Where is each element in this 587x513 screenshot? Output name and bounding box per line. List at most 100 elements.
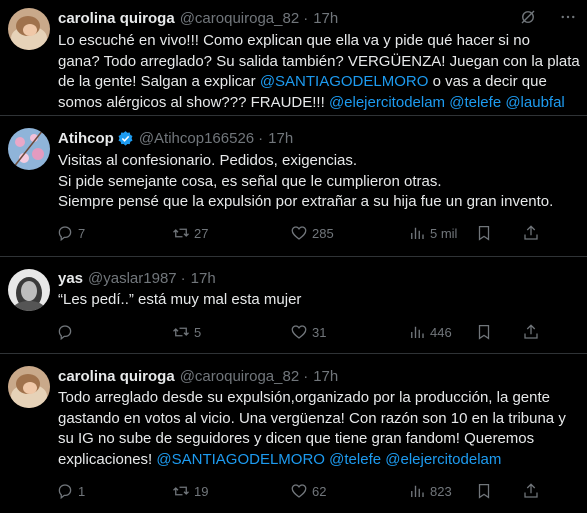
user-handle[interactable]: @yaslar1987 <box>88 270 177 287</box>
timestamp[interactable]: 17h <box>191 270 216 287</box>
text-segment: gastando en votos al vicio. Una vergüenz… <box>58 409 566 427</box>
like-button[interactable]: 62 <box>290 482 326 500</box>
reply-icon <box>58 484 72 500</box>
reply-button[interactable]: 1 <box>56 482 85 500</box>
mention-link[interactable]: @SANTIAGODELMORO <box>156 451 325 468</box>
views-count: 823 <box>430 483 452 499</box>
display-name[interactable]: carolina quiroga <box>58 10 175 27</box>
retweet-button[interactable]: 19 <box>172 482 208 500</box>
views-icon <box>411 485 424 497</box>
text-segment: Si pide semejante cosa, es señal que le … <box>58 172 442 190</box>
tweet[interactable]: yas @yaslar1987 · 17h “Les pedí..” está … <box>0 257 587 354</box>
timestamp[interactable]: 17h <box>268 130 293 147</box>
retweet-icon <box>173 327 189 337</box>
views-icon <box>411 326 424 338</box>
bookmark-icon <box>478 483 490 499</box>
tweet-header: carolina quiroga @caroquiroga_82 · 17h <box>58 366 577 386</box>
tweet-text-line: somos alérgicos al show??? FRAUDE!!! @el… <box>58 93 577 114</box>
avatar[interactable] <box>8 269 50 311</box>
retweet-button[interactable]: 5 <box>172 323 201 341</box>
mention-link[interactable]: @telefe <box>329 451 381 468</box>
like-button[interactable]: 285 <box>290 224 334 242</box>
tweet[interactable]: Atihcop @Atihcop166526 · 17h Visitas al … <box>0 116 587 257</box>
retweet-count: 19 <box>194 483 209 499</box>
tweet-text: Visitas al confesionario. Pedidos, exige… <box>58 151 577 213</box>
bookmark-button[interactable] <box>475 482 493 500</box>
tweet-text-line: Si pide semejante cosa, es señal que le … <box>58 172 577 193</box>
tweet-text-line: su IG no sube de seguidores y dicen que … <box>58 429 577 450</box>
display-name[interactable]: Atihcop <box>58 130 114 147</box>
reply-count: 7 <box>78 225 86 241</box>
share-icon <box>524 483 538 498</box>
text-segment: “Les pedí..” está muy mal esta mujer <box>58 291 302 308</box>
retweet-count: 5 <box>194 324 202 340</box>
text-segment: de la gente! Salgan a explicar <box>58 73 260 90</box>
reply-icon <box>58 226 72 242</box>
like-count: 285 <box>312 225 334 241</box>
user-handle[interactable]: @caroquiroga_82 <box>180 10 299 27</box>
tweet-text-line: explicaciones! @SANTIAGODELMORO @telefe … <box>58 450 577 471</box>
heart-icon <box>291 226 307 240</box>
views-button[interactable]: 5 mil <box>408 224 457 242</box>
tweet-text-line: de la gente! Salgan a explicar @SANTIAGO… <box>58 72 577 93</box>
tweet-text: Lo escuché en vivo!!! Como explican que … <box>58 31 580 114</box>
text-segment: Todo arreglado desde su expulsión,organi… <box>58 389 551 406</box>
tweet-text-line: gastando en votos al vicio. Una vergüenz… <box>58 409 577 430</box>
text-segment: gana? Todo arreglado? Su salida también?… <box>58 52 580 70</box>
action-bar: 1 19 62 823 <box>50 480 587 502</box>
timestamp[interactable]: 17h <box>313 368 338 385</box>
avatar[interactable] <box>8 366 50 408</box>
reply-button[interactable]: 7 <box>56 224 85 242</box>
retweet-button[interactable]: 27 <box>172 224 208 242</box>
text-segment: su IG no sube de seguidores y dicen que … <box>58 430 535 447</box>
tweet-text: Todo arreglado desde su expulsión,organi… <box>58 388 577 470</box>
text-segment: Lo escuché en vivo!!! Como explican que … <box>58 32 530 49</box>
tweet[interactable]: carolina quiroga @caroquiroga_82 · 17h T… <box>0 354 587 513</box>
reply-button[interactable] <box>56 323 78 341</box>
user-handle[interactable]: @Atihcop166526 <box>139 130 254 147</box>
heart-icon <box>291 484 307 498</box>
views-count: 5 mil <box>430 225 458 241</box>
bookmark-button[interactable] <box>475 323 493 341</box>
avatar[interactable] <box>8 128 50 170</box>
separator-dot: · <box>258 129 264 147</box>
separator-dot: · <box>303 9 309 27</box>
timestamp[interactable]: 17h <box>313 10 338 27</box>
mention-link[interactable]: @laubfal <box>505 94 564 111</box>
avatar[interactable] <box>8 8 50 50</box>
grok-icon[interactable] <box>519 8 537 26</box>
tweet-text-line: “Les pedí..” está muy mal esta mujer <box>58 290 577 311</box>
views-button[interactable]: 446 <box>408 323 452 341</box>
mention-link[interactable]: @elejercitodelam <box>329 94 445 111</box>
action-bar: 7 27 285 5 mil <box>50 222 587 244</box>
text-segment: o vas a decir que <box>428 73 547 90</box>
share-button[interactable] <box>522 224 540 242</box>
heart-icon <box>291 325 307 339</box>
tweet-text-line: Siempre pensé que la expulsión por extra… <box>58 192 577 213</box>
tweet[interactable]: carolina quiroga @caroquiroga_82 · 17h L… <box>0 0 587 116</box>
like-count: 62 <box>312 483 327 499</box>
views-icon <box>411 227 424 239</box>
views-button[interactable]: 823 <box>408 482 452 500</box>
display-name[interactable]: carolina quiroga <box>58 368 175 385</box>
display-name[interactable]: yas <box>58 270 83 287</box>
bookmark-icon <box>478 324 490 340</box>
reply-count: 1 <box>78 483 86 499</box>
tweet-text-line: gana? Todo arreglado? Su salida también?… <box>58 52 580 73</box>
mention-link[interactable]: @telefe <box>449 94 501 111</box>
share-icon <box>524 324 538 339</box>
mention-link[interactable]: @SANTIAGODELMORO <box>260 73 429 90</box>
retweet-icon <box>173 486 189 496</box>
share-button[interactable] <box>522 482 540 500</box>
bookmark-button[interactable] <box>475 224 493 242</box>
tweet-text-line: Visitas al confesionario. Pedidos, exige… <box>58 151 577 172</box>
like-button[interactable]: 31 <box>290 323 326 341</box>
mention-link[interactable]: @elejercitodelam <box>385 451 501 468</box>
tweet-header: yas @yaslar1987 · 17h <box>58 268 577 288</box>
tweet-text-line: Lo escuché en vivo!!! Como explican que … <box>58 31 577 52</box>
user-handle[interactable]: @caroquiroga_82 <box>180 368 299 385</box>
bookmark-icon <box>478 225 490 241</box>
text-segment: Visitas al confesionario. Pedidos, exige… <box>58 152 358 169</box>
more-icon[interactable] <box>559 8 577 26</box>
share-button[interactable] <box>522 323 540 341</box>
